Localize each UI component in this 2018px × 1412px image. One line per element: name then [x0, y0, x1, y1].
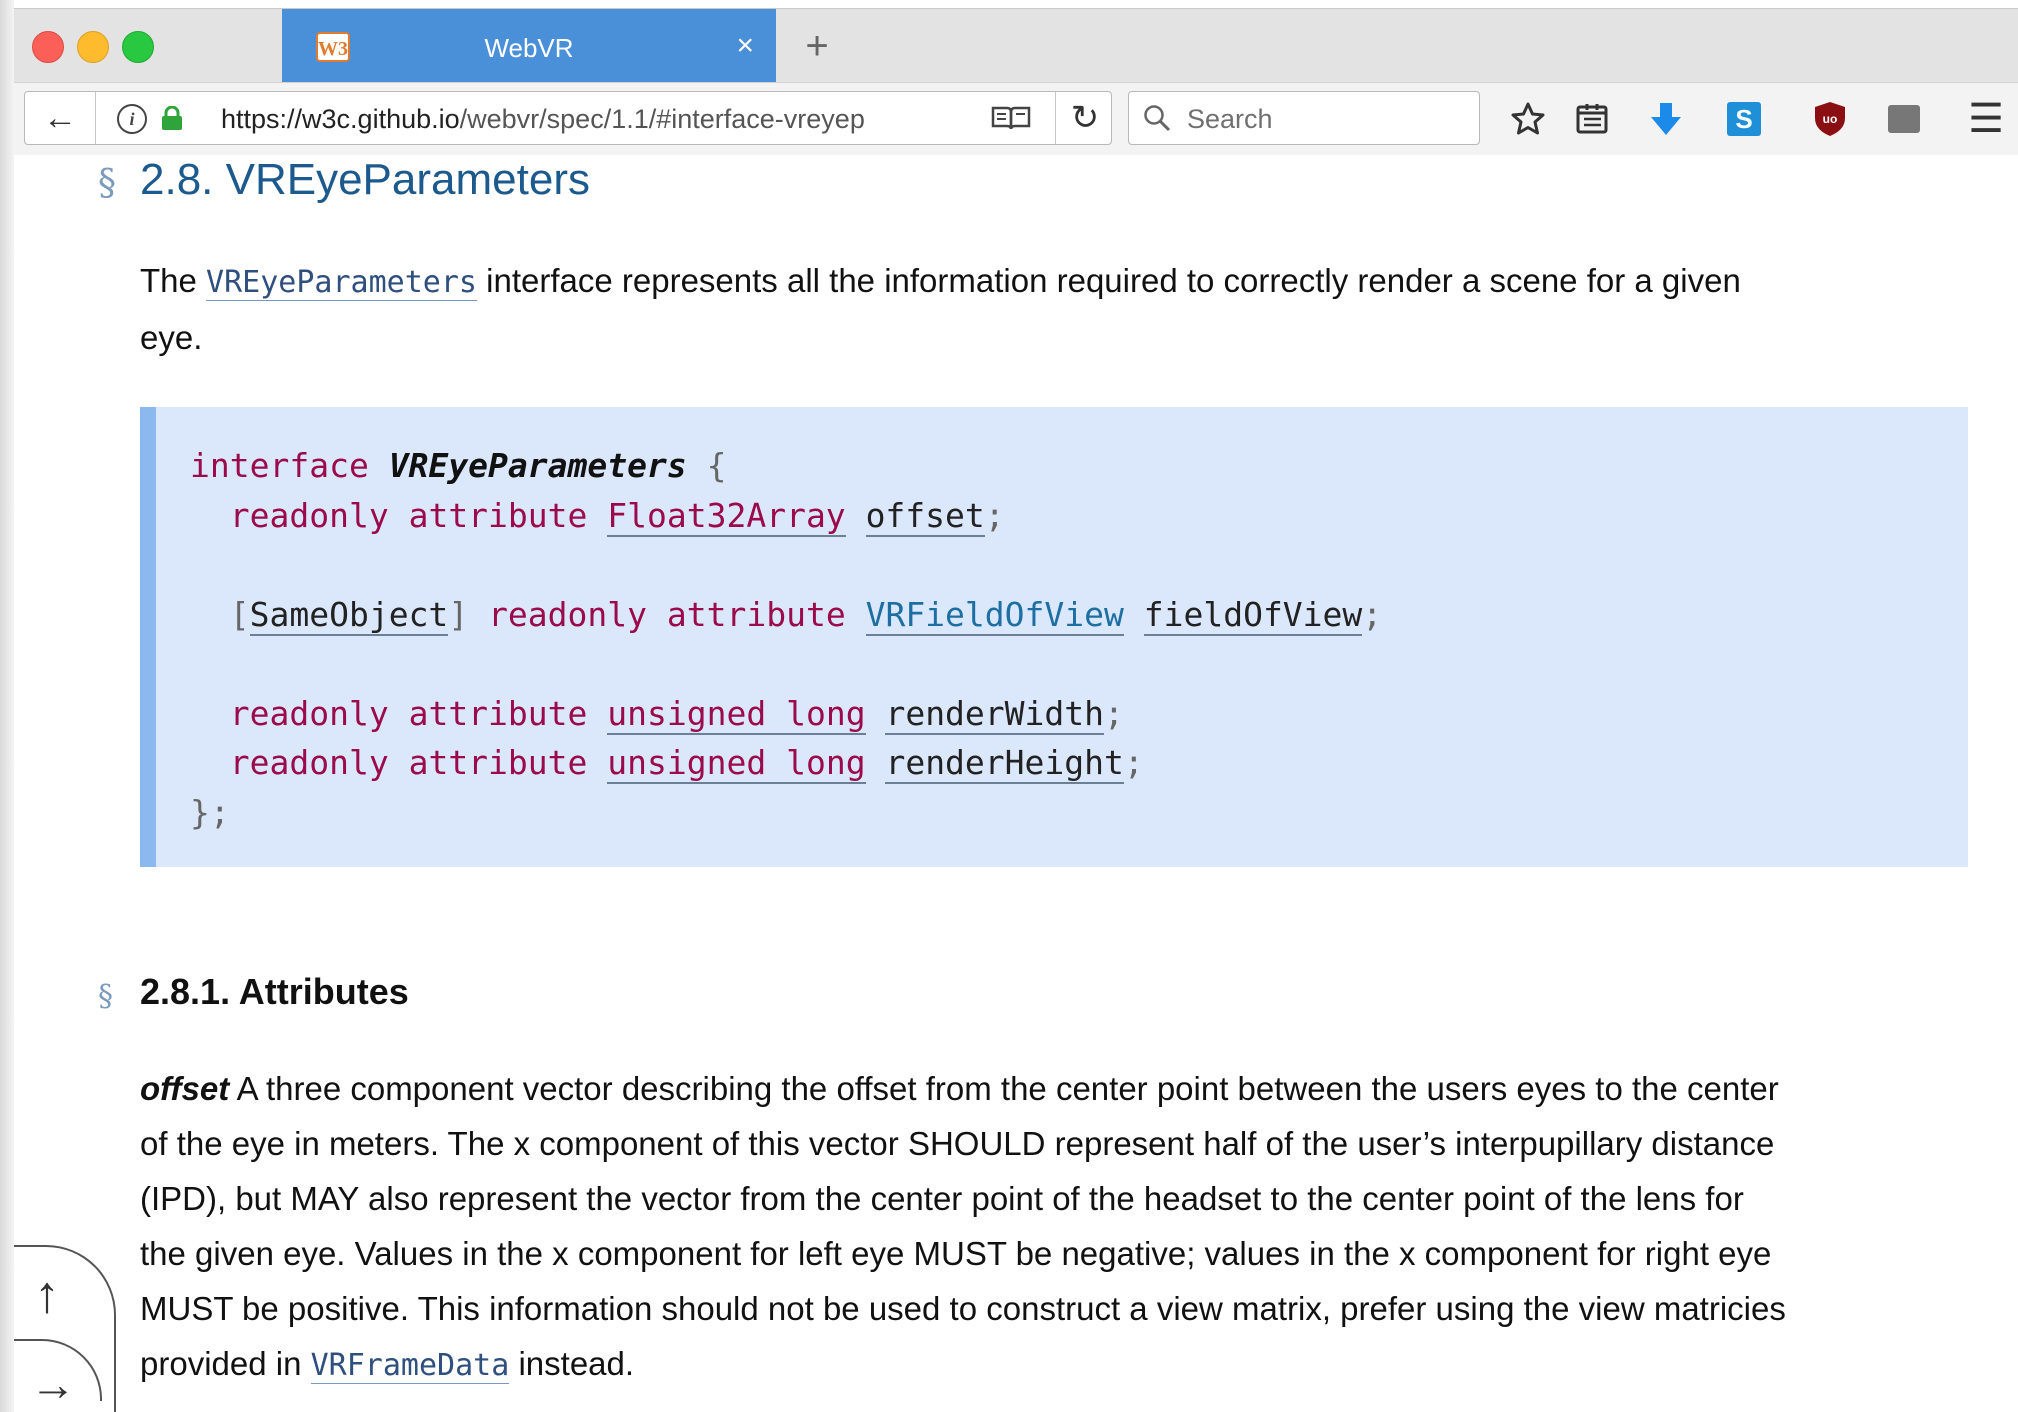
lock-icon[interactable]: [161, 106, 183, 130]
fieldofview-link[interactable]: fieldOfView: [1143, 594, 1363, 636]
renderwidth-link[interactable]: renderWidth: [885, 693, 1104, 735]
back-to-top-arrow-icon[interactable]: ↑: [34, 1265, 60, 1325]
reader-view-icon[interactable]: [991, 105, 1031, 131]
page-content: § 2.8. VREyeParameters The VREyeParamete…: [14, 155, 2018, 1412]
tab-close-icon[interactable]: ×: [736, 29, 754, 63]
reading-list-icon[interactable]: [1570, 97, 1614, 141]
unsigned-long-link[interactable]: unsigned long: [607, 693, 866, 735]
float32array-link[interactable]: Float32Array: [607, 495, 846, 537]
info-icon[interactable]: i: [117, 104, 147, 134]
vrframedata-link[interactable]: VRFrameData: [310, 1348, 510, 1384]
floating-nav-buttons: ↑ →: [14, 1245, 116, 1412]
intro-paragraph: The VREyeParameters interface represents…: [140, 262, 1741, 356]
search-bar[interactable]: [1128, 91, 1480, 145]
reload-button[interactable]: ↻: [1055, 92, 1114, 144]
tab-webvr[interactable]: W3 WebVR ×: [282, 9, 776, 83]
vrfieldofview-link[interactable]: VRFieldOfView: [865, 594, 1124, 636]
svg-text:uo: uo: [1823, 112, 1838, 126]
maximize-window-button[interactable]: [122, 31, 154, 63]
search-icon: [1144, 105, 1171, 132]
offset-link[interactable]: offset: [865, 495, 985, 537]
ublock-shield-icon[interactable]: uo: [1808, 97, 1852, 141]
sameobject-link[interactable]: SameObject: [249, 594, 449, 636]
subsection-anchor-icon[interactable]: §: [98, 979, 113, 1014]
window-edge: [0, 0, 14, 1412]
browser-window: W3 WebVR × + ← i https://w3c.github.io/w…: [0, 0, 2018, 1412]
attributes-heading: 2.8.1. Attributes: [140, 971, 409, 1012]
title-bar: W3 WebVR × +: [14, 8, 2018, 83]
back-button[interactable]: ←: [25, 92, 96, 144]
toc-toggle-arrow-icon[interactable]: →: [30, 1357, 76, 1411]
url-bar[interactable]: ← i https://w3c.github.io/webvr/spec/1.1…: [24, 91, 1112, 145]
offset-description: offset A three component vector describi…: [140, 1070, 1786, 1384]
skype-extension-icon[interactable]: S: [1722, 97, 1766, 141]
section-heading: 2.8. VREyeParameters: [140, 155, 590, 204]
url-text[interactable]: https://w3c.github.io/webvr/spec/1.1/#in…: [221, 104, 961, 135]
unsigned-long-link[interactable]: unsigned long: [607, 743, 866, 784]
search-input[interactable]: [1185, 100, 1469, 138]
close-window-button[interactable]: [32, 31, 64, 63]
minimize-window-button[interactable]: [77, 31, 109, 63]
vreyeparameters-link[interactable]: VREyeParameters: [206, 265, 477, 301]
bookmark-star-icon[interactable]: [1506, 97, 1550, 141]
renderheight-link[interactable]: renderHeight: [885, 743, 1124, 784]
offset-term: offset: [140, 1070, 230, 1107]
idl-code: interface VREyeParameters { readonly att…: [190, 446, 1383, 832]
tab-title: WebVR: [484, 33, 574, 63]
hamburger-menu-icon[interactable]: ☰: [1964, 97, 2008, 141]
section-anchor-icon[interactable]: §: [98, 163, 116, 204]
navigation-toolbar: ← i https://w3c.github.io/webvr/spec/1.1…: [14, 82, 2018, 156]
new-tab-button[interactable]: +: [794, 23, 840, 69]
extension-puzzle-icon[interactable]: [1882, 97, 1926, 141]
idl-code-block: interface VREyeParameters { readonly att…: [140, 407, 1968, 867]
download-arrow-icon[interactable]: [1644, 97, 1688, 141]
